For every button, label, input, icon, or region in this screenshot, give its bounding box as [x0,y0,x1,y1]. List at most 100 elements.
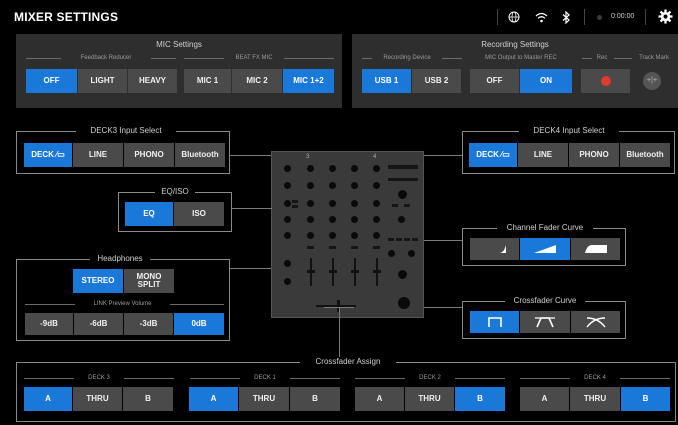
mixer-button [388,238,394,241]
assign-deck1-b-button[interactable]: B [290,387,340,411]
deck4-phono-button[interactable]: PHONO [569,143,619,167]
globe-icon[interactable] [507,10,521,24]
deck4-line-button[interactable]: LINE [518,143,568,167]
deck4-deck-button[interactable]: DECK ⁄▭ [469,143,517,167]
assign-deck3-b-button[interactable]: B [123,387,173,411]
connector-line [230,268,271,269]
deck4-bluetooth-button[interactable]: Bluetooth [620,143,670,167]
mixer-knob [284,200,291,207]
feedback-heavy-button[interactable]: HEAVY [128,69,177,93]
crossfader-curve-smooth-button[interactable] [571,311,620,333]
mixer-knob [329,182,336,189]
assign-deck1-a-button[interactable]: A [189,387,238,411]
iso-button[interactable]: ISO [174,202,224,226]
mixer-diagram: 3 4 [271,151,424,318]
feedback-reducer-label: Feedback Reducer [80,55,132,61]
feedback-off-button[interactable]: OFF [26,69,77,93]
assign-deck4-a-button[interactable]: A [520,387,569,411]
curve-sharp-cut-icon [487,317,502,327]
mic-output-off-button[interactable]: OFF [470,69,519,93]
assign-deck4-b-button[interactable]: B [621,387,670,411]
mixer-knob [398,270,407,279]
divider [190,378,240,379]
recording-device-label: Recording Device [383,55,431,61]
deck3-bluetooth-button[interactable]: Bluetooth [175,143,225,167]
mixer-button [307,246,314,249]
crossfader-curve-medium-button[interactable] [520,311,570,333]
connector-line [424,240,462,241]
bluetooth-icon [559,10,573,24]
divider [442,58,462,59]
assign-deck1-thru-button[interactable]: THRU [239,387,289,411]
link-preview-3db-button[interactable]: -3dB [124,313,173,335]
curve-medium-icon [535,317,555,328]
link-preview-0db-button[interactable]: 0dB [174,313,224,335]
mixer-button [373,246,380,249]
wifi-icon [534,10,548,24]
divider [151,58,176,59]
gear-icon[interactable] [657,8,673,24]
assign-deck2-b-button[interactable]: B [455,387,505,411]
connector-line [424,307,462,308]
assign-deck2-thru-button[interactable]: THRU [405,387,454,411]
connector-line [230,155,271,156]
assign-deck4-thru-button[interactable]: THRU [570,387,620,411]
track-mark-button[interactable]: +|+ [637,69,667,93]
channel-curve-fast-button[interactable] [571,238,620,260]
deck4-deck-label: DECK [476,149,499,159]
assign-deck2-label: DECK 2 [419,375,441,381]
assign-deck4-label: DECK 4 [584,375,606,381]
recording-usb1-button[interactable]: USB 1 [362,69,411,93]
usb-laptop-icon: ⁄▭ [55,149,65,159]
mixer-knob [307,216,314,223]
top-bar: MIXER SETTINGS 0:00:00 [0,0,678,30]
divider [124,378,174,379]
recording-settings-title: Recording Settings [481,40,549,49]
eq-iso-title: EQ/ISO [155,187,195,196]
mixer-knob [351,165,358,172]
rec-button[interactable] [581,69,630,93]
fader-cap [373,270,381,273]
beatfx-mic12-button[interactable]: MIC 1+2 [283,69,334,93]
deck3-line-button[interactable]: LINE [73,143,123,167]
eq-button[interactable]: EQ [125,202,173,226]
divider [284,58,334,59]
channel-curve-slow-button[interactable] [470,238,519,260]
rec-status-dot [597,15,602,20]
crossfader-curve-sharp-button[interactable] [470,311,519,333]
mixer-knob [284,182,291,189]
fader-cap [307,270,315,273]
channel-curve-linear-button[interactable] [520,238,570,260]
mixer-knob [284,216,291,223]
deck3-deck-button[interactable]: DECK ⁄▭ [24,143,72,167]
status-divider [584,9,585,25]
mixer-knob [373,165,380,172]
mixer-knob [351,232,358,239]
deck4-input-title: DECK4 Input Select [519,126,619,135]
divider [520,378,570,379]
headphones-mono-split-button[interactable]: MONO SPLIT [124,269,174,293]
assign-deck3-a-button[interactable]: A [24,387,72,411]
divider [25,304,75,305]
mixer-knob [373,216,380,223]
divider [170,304,224,305]
connector-line [424,155,462,156]
beatfx-mic1-button[interactable]: MIC 1 [184,69,231,93]
mixer-knob [284,260,291,267]
beatfx-mic2-button[interactable]: MIC 2 [232,69,282,93]
mixer-button [329,246,336,249]
assign-deck3-thru-button[interactable]: THRU [73,387,122,411]
assign-deck2-a-button[interactable]: A [355,387,404,411]
mic-output-on-button[interactable]: ON [520,69,572,93]
deck3-phono-button[interactable]: PHONO [124,143,174,167]
mixer-knob [408,250,415,257]
mixer-display [388,178,418,181]
link-preview-9db-button[interactable]: -9dB [25,313,73,335]
divider [355,378,405,379]
crossfader-curve-title: Crossfader Curve [505,296,585,305]
link-preview-6db-button[interactable]: -6dB [74,313,123,335]
feedback-light-button[interactable]: LIGHT [78,69,127,93]
divider [614,58,632,59]
recording-usb2-button[interactable]: USB 2 [412,69,461,93]
headphones-stereo-button[interactable]: STEREO [73,269,123,293]
